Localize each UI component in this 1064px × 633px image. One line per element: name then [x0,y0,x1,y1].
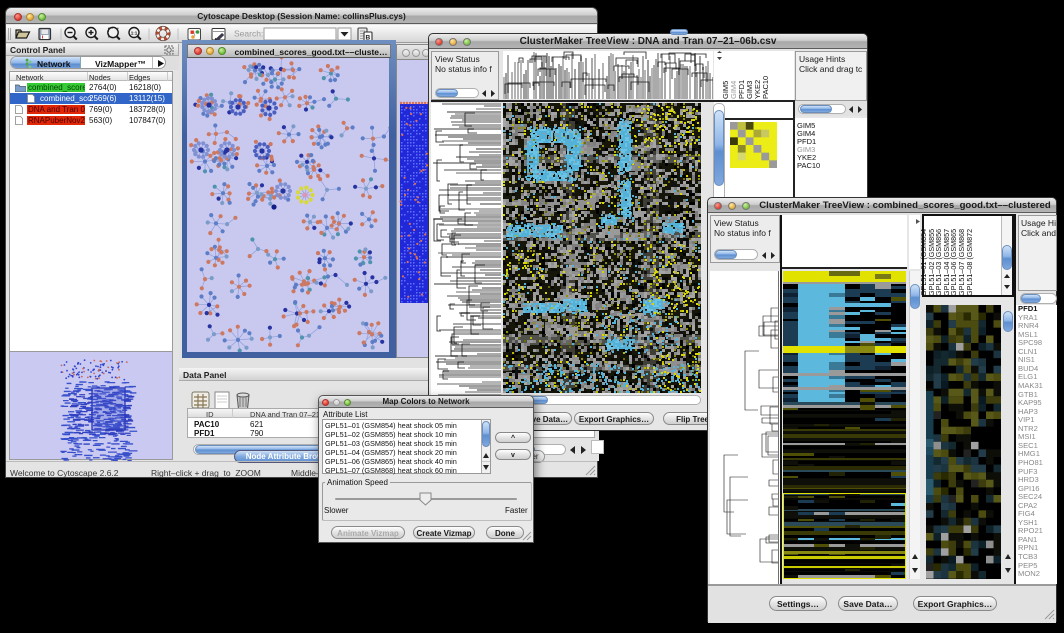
svg-text:1:1: 1:1 [131,31,138,36]
svg-text:Search:: Search: [234,29,263,39]
